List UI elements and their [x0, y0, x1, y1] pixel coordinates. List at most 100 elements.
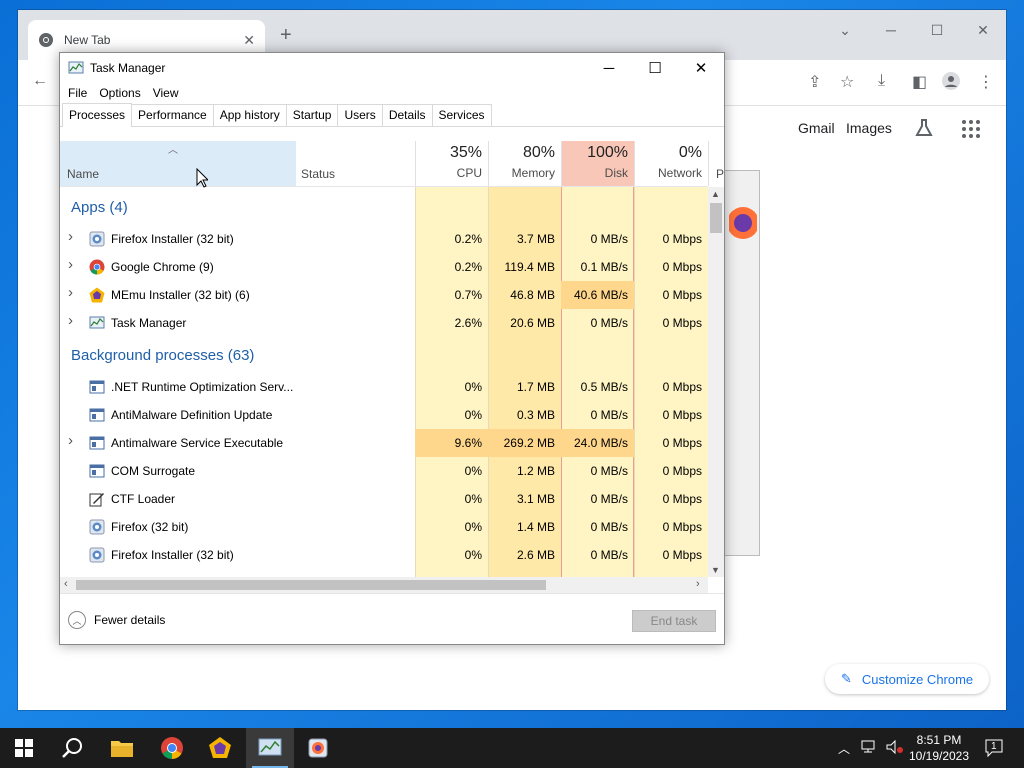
expand-chevron-icon[interactable]: ›	[68, 228, 73, 245]
taskbar-firefox-installer[interactable]	[294, 728, 342, 768]
process-row[interactable]: › Google Chrome (9) 0.2% 119.4 MB 0.1 MB/s 0 …	[60, 253, 708, 281]
process-disk-cell: 0.1 MB/s	[580, 260, 628, 274]
minimize-icon[interactable]: ─	[868, 16, 914, 44]
maximize-icon[interactable]: ☐	[632, 53, 678, 83]
window-title: Task Manager	[90, 61, 166, 75]
column-header-memory[interactable]: 80% Memory	[488, 141, 561, 186]
gmail-link[interactable]: Gmail	[798, 120, 835, 136]
customize-chrome-label: Customize Chrome	[861, 671, 974, 687]
process-row[interactable]: › MEmu Installer (32 bit) (6) 0.7% 46.8 MB 4…	[60, 281, 708, 309]
taskbar-file-explorer[interactable]	[98, 728, 146, 768]
column-header-network[interactable]: 0% Network	[634, 141, 708, 186]
close-icon[interactable]: ✕	[678, 53, 724, 83]
firefox-installer-icon	[89, 519, 105, 535]
taskbar-clock[interactable]: 8:51 PM 10/19/2023	[902, 732, 976, 764]
show-hidden-icons-chevron-icon[interactable]: ︿	[838, 740, 850, 757]
menu-options[interactable]: Options	[93, 86, 146, 100]
column-header-disk[interactable]: 100% Disk	[561, 141, 634, 186]
column-header-cpu[interactable]: 35% CPU	[415, 141, 488, 186]
process-row[interactable]: Firefox (32 bit) 0% 1.4 MB 0 MB/s 0 Mbps	[60, 513, 708, 541]
process-cpu-cell: 2.6%	[454, 316, 482, 330]
customize-chrome-button[interactable]: ✎ Customize Chrome	[825, 664, 989, 694]
minimize-icon[interactable]: ─	[586, 53, 632, 83]
chrome-menu-icon[interactable]: ⋮	[978, 72, 994, 92]
menu-view[interactable]: View	[147, 86, 185, 100]
process-row[interactable]: › Antimalware Service Executable 9.6% 269.2…	[60, 429, 708, 457]
process-mem-cell: 3.1 MB	[516, 492, 555, 506]
scroll-down-arrow-icon[interactable]: ▼	[711, 565, 720, 575]
process-mem-cell: 3.7 MB	[516, 232, 555, 246]
fewer-details-button[interactable]: ︿ Fewer details	[68, 611, 165, 629]
process-mem-cell: 1.7 MB	[516, 380, 555, 394]
labs-flask-icon[interactable]	[914, 118, 934, 141]
process-row[interactable]: › Firefox Installer (32 bit) 0.2% 3.7 MB 0 M…	[60, 225, 708, 253]
process-row[interactable]: COM Surrogate 0% 1.2 MB 0 MB/s 0 Mbps	[60, 457, 708, 485]
tab-close-icon[interactable]: ✕	[243, 32, 255, 49]
vertical-scrollbar[interactable]: ▲ ▼	[708, 187, 724, 577]
end-task-button[interactable]: End task	[632, 610, 716, 632]
expand-chevron-icon[interactable]: ›	[68, 284, 73, 301]
google-apps-icon[interactable]	[962, 120, 980, 138]
process-row[interactable]: .NET Runtime Optimization Serv... 0% 1.7 M…	[60, 373, 708, 401]
scroll-left-arrow-icon[interactable]: ‹	[64, 578, 68, 590]
menu-file[interactable]: File	[62, 86, 93, 100]
tab-details[interactable]: Details	[381, 104, 433, 126]
vertical-scroll-thumb[interactable]	[710, 203, 722, 233]
notification-count: 1	[991, 741, 997, 752]
process-mem-cell: 1.4 MB	[516, 520, 555, 534]
images-link[interactable]: Images	[846, 120, 892, 136]
task-manager-titlebar[interactable]: Task Manager ─ ☐ ✕	[60, 53, 724, 83]
download-icon[interactable]: ⤓	[878, 72, 885, 90]
share-icon[interactable]: ⇪	[808, 72, 821, 92]
process-disk-cell: 0 MB/s	[590, 464, 628, 478]
group-header: Apps (4)	[60, 193, 708, 223]
process-row[interactable]: Firefox Installer (32 bit) 0% 2.6 MB 0 MB/s…	[60, 541, 708, 569]
taskbar-task-manager[interactable]	[246, 728, 294, 768]
tab-startup[interactable]: Startup	[285, 104, 339, 126]
taskbar-memu[interactable]	[196, 728, 244, 768]
process-name: COM Surrogate	[111, 464, 196, 478]
horizontal-scrollbar[interactable]: ‹ ›	[60, 577, 708, 593]
network-icon[interactable]	[860, 740, 878, 757]
tab-strip: Processes Performance App history Startu…	[60, 103, 724, 127]
horizontal-scroll-thumb[interactable]	[76, 580, 546, 590]
side-panel-icon[interactable]: ◧	[912, 72, 927, 92]
tab-performance[interactable]: Performance	[131, 104, 214, 126]
chrome-icon	[89, 259, 105, 275]
back-arrow-icon[interactable]: ←	[32, 72, 48, 90]
process-cpu-cell: 0%	[464, 492, 482, 506]
scroll-up-arrow-icon[interactable]: ▲	[711, 189, 720, 199]
expand-chevron-icon[interactable]: ›	[68, 432, 73, 449]
process-name: Task Manager	[111, 316, 187, 330]
group-header: Background processes (63)	[60, 341, 708, 371]
search-button[interactable]	[48, 728, 96, 768]
start-button[interactable]	[0, 728, 48, 768]
process-cpu-cell: 0%	[464, 408, 482, 422]
process-row[interactable]: CTF Loader 0% 3.1 MB 0 MB/s 0 Mbps	[60, 485, 708, 513]
tab-users[interactable]: Users	[337, 104, 383, 126]
expand-chevron-icon[interactable]: ›	[68, 256, 73, 273]
expand-chevron-icon[interactable]: ›	[68, 312, 73, 329]
task-manager-icon	[89, 315, 105, 331]
maximize-icon[interactable]: ☐	[914, 16, 960, 44]
scroll-right-arrow-icon[interactable]: ›	[696, 578, 700, 590]
close-icon[interactable]: ✕	[960, 16, 1006, 44]
tab-services[interactable]: Services	[431, 104, 492, 126]
menu-bar: File Options View	[60, 83, 724, 103]
notification-center-button[interactable]: 1	[984, 738, 1004, 758]
process-row[interactable]: › Task Manager 2.6% 20.6 MB 0 MB/s 0 Mbps	[60, 309, 708, 337]
taskbar-chrome[interactable]	[148, 728, 196, 768]
bookmark-star-icon[interactable]: ☆	[840, 72, 854, 92]
tab-app-history[interactable]: App history	[212, 104, 287, 126]
process-row[interactable]: AntiMalware Definition Update 0% 0.3 MB 0 M…	[60, 401, 708, 429]
column-header-status[interactable]: Status	[301, 167, 335, 181]
column-name-label: Name	[67, 167, 100, 181]
profile-avatar-icon[interactable]	[942, 72, 960, 95]
process-mem-cell: 0.3 MB	[516, 408, 555, 422]
process-name: Firefox Installer (32 bit)	[111, 548, 234, 562]
column-header-power[interactable]: P	[708, 141, 724, 186]
tab-processes[interactable]: Processes	[62, 103, 133, 127]
tab-search-icon[interactable]: ⌄	[822, 16, 868, 44]
column-header-name[interactable]: ︿ Name	[60, 141, 296, 186]
new-tab-button[interactable]: +	[280, 24, 292, 47]
